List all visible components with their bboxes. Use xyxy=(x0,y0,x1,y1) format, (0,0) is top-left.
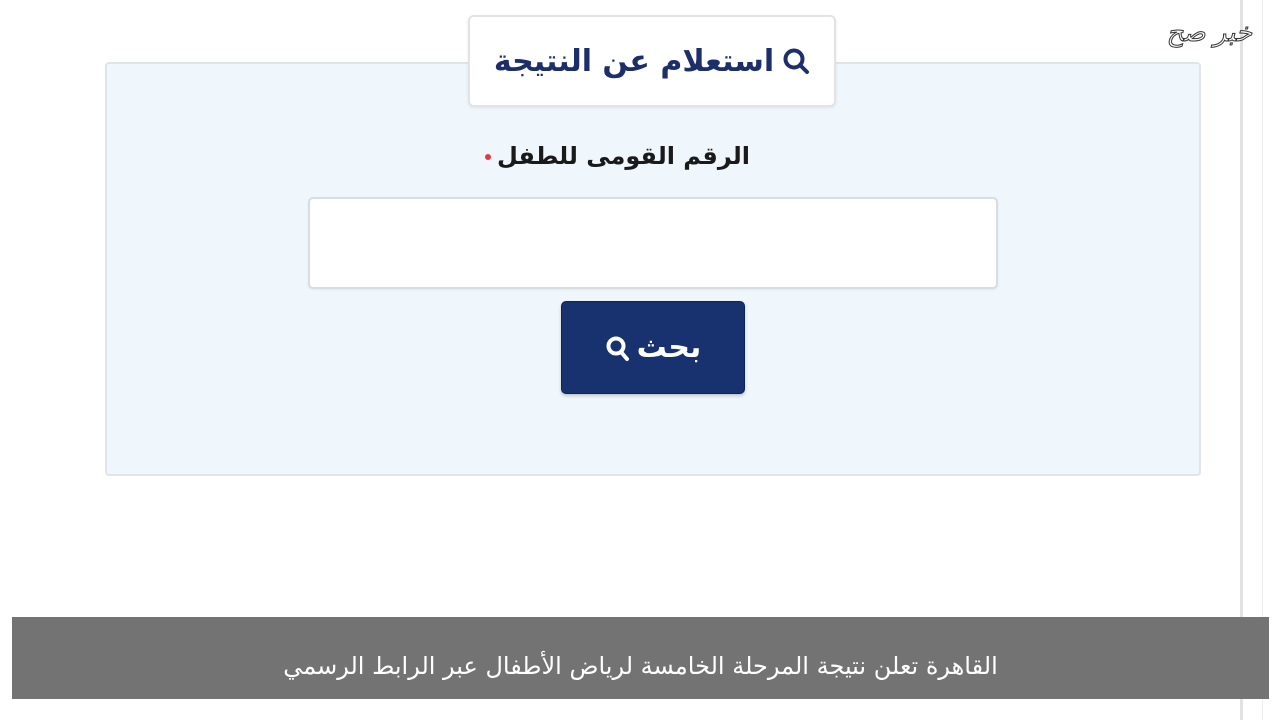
site-watermark: خبر صح xyxy=(1166,18,1252,49)
page: خبر صح استعلام عن النتيجة الرقم القومى ل… xyxy=(0,0,1280,720)
national-id-label-text: الرقم القومى للطفل xyxy=(497,142,750,170)
search-icon xyxy=(606,336,629,361)
result-inquiry-title-card: استعلام عن النتيجة xyxy=(468,15,836,107)
search-button-label: بحث xyxy=(636,330,702,365)
page-edge-divider xyxy=(1240,0,1243,720)
search-button[interactable]: بحث xyxy=(561,301,745,394)
article-caption: القاهرة تعلن نتيجة المرحلة الخامسة لرياض… xyxy=(283,652,998,680)
national-id-label: الرقم القومى للطفل xyxy=(420,142,750,170)
national-id-input[interactable] xyxy=(308,197,998,289)
article-caption-bar: القاهرة تعلن نتيجة المرحلة الخامسة لرياض… xyxy=(12,617,1269,699)
result-inquiry-title: استعلام عن النتيجة xyxy=(493,43,775,79)
page-edge-divider-secondary xyxy=(1262,0,1263,720)
search-icon xyxy=(783,48,810,74)
required-marker xyxy=(485,154,491,160)
